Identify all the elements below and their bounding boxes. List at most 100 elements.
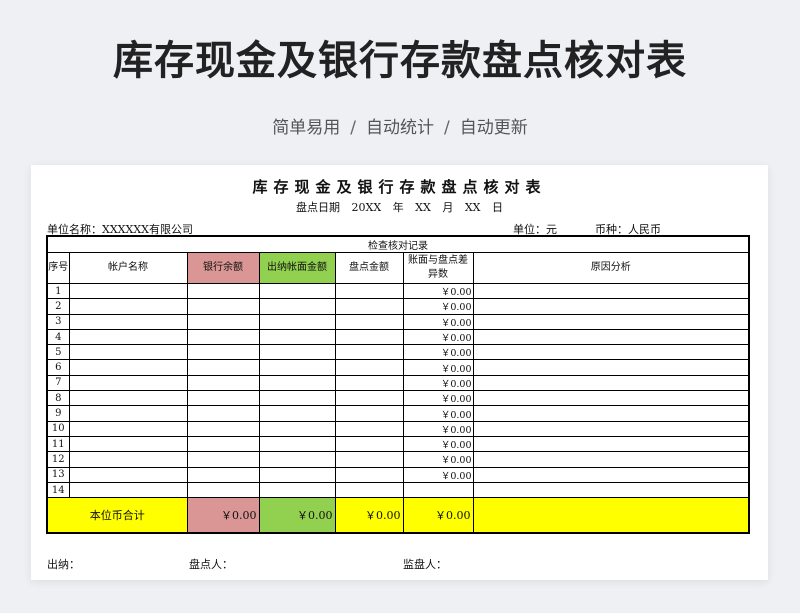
row-reason-cell[interactable] — [472, 466, 750, 483]
header-bank-balance: 银行余额 — [186, 252, 260, 284]
row-bank-balance-cell[interactable] — [186, 435, 260, 453]
row-bank-balance-cell[interactable] — [186, 481, 260, 499]
row-reason-cell[interactable] — [472, 405, 750, 422]
row-count-amount-cell[interactable] — [334, 435, 404, 453]
row-difference-cell[interactable]: ￥0.00 — [402, 435, 474, 453]
row-bank-balance-cell[interactable] — [186, 313, 260, 330]
row-count-amount-cell[interactable] — [334, 451, 404, 468]
row-reason-cell[interactable] — [472, 481, 750, 499]
row-ledger-amount-cell[interactable] — [258, 359, 336, 376]
row-account-cell[interactable] — [68, 374, 188, 392]
date-year[interactable]: 20XX — [351, 201, 381, 214]
row-count-amount-cell[interactable] — [334, 359, 404, 376]
row-ledger-amount-cell[interactable] — [258, 405, 336, 422]
row-reason-cell[interactable] — [472, 390, 750, 407]
row-count-amount-cell[interactable] — [334, 298, 404, 315]
row-difference-cell[interactable]: ￥0.00 — [402, 328, 474, 346]
row-reason-cell[interactable] — [472, 451, 750, 468]
row-difference-cell[interactable]: ￥0.00 — [402, 298, 474, 315]
row-account-cell[interactable] — [68, 466, 188, 483]
row-count-amount-cell[interactable] — [334, 466, 404, 483]
row-count-amount-cell[interactable] — [334, 344, 404, 361]
row-account-cell[interactable] — [68, 405, 188, 422]
row-count-amount-cell[interactable] — [334, 481, 404, 499]
row-reason-cell[interactable] — [472, 282, 750, 300]
row-account-cell[interactable] — [68, 282, 188, 300]
date-month[interactable]: XX — [415, 201, 431, 214]
row-ledger-amount-cell[interactable] — [258, 313, 336, 330]
row-bank-balance-cell[interactable] — [186, 466, 260, 483]
row-reason-cell[interactable] — [472, 344, 750, 361]
row-ledger-amount-cell[interactable] — [258, 466, 336, 483]
row-count-amount-cell[interactable] — [334, 328, 404, 346]
row-bank-balance-cell[interactable] — [186, 451, 260, 468]
row-difference-cell[interactable]: ￥0.00 — [402, 374, 474, 392]
row-account-cell[interactable] — [68, 298, 188, 315]
row-difference-cell[interactable]: ￥0.00 — [402, 359, 474, 376]
row-reason-cell[interactable] — [472, 435, 750, 453]
row-ledger-amount-cell[interactable] — [258, 435, 336, 453]
row-account-cell[interactable] — [68, 344, 188, 361]
row-bank-balance-cell[interactable] — [186, 344, 260, 361]
row-bank-balance-cell[interactable] — [186, 374, 260, 392]
row-no: 8 — [46, 390, 70, 407]
total-bank-balance[interactable]: ￥0.00 — [186, 497, 260, 534]
total-reason[interactable] — [472, 497, 750, 534]
row-difference-cell[interactable]: ￥0.00 — [402, 313, 474, 330]
total-count-amount[interactable]: ￥0.00 — [334, 497, 404, 534]
row-difference-cell[interactable] — [402, 481, 474, 499]
row-reason-cell[interactable] — [472, 359, 750, 376]
row-account-cell[interactable] — [68, 451, 188, 468]
row-ledger-amount-cell[interactable] — [258, 451, 336, 468]
table-row: 3 ￥0.00 — [46, 313, 750, 330]
row-account-cell[interactable] — [68, 359, 188, 376]
row-account-cell[interactable] — [68, 481, 188, 499]
row-bank-balance-cell[interactable] — [186, 420, 260, 437]
row-bank-balance-cell[interactable] — [186, 298, 260, 315]
row-account-cell[interactable] — [68, 313, 188, 330]
row-bank-balance-cell[interactable] — [186, 328, 260, 346]
row-bank-balance-cell[interactable] — [186, 390, 260, 407]
row-difference-cell[interactable]: ￥0.00 — [402, 420, 474, 437]
row-bank-balance-cell[interactable] — [186, 405, 260, 422]
row-account-cell[interactable] — [68, 420, 188, 437]
row-bank-balance-cell[interactable] — [186, 359, 260, 376]
row-ledger-amount-cell[interactable] — [258, 298, 336, 315]
row-ledger-amount-cell[interactable] — [258, 328, 336, 346]
row-count-amount-cell[interactable] — [334, 282, 404, 300]
row-reason-cell[interactable] — [472, 313, 750, 330]
row-difference-cell[interactable]: ￥0.00 — [402, 451, 474, 468]
header-reason: 原因分析 — [472, 252, 750, 284]
total-ledger-amount[interactable]: ￥0.00 — [258, 497, 336, 534]
row-reason-cell[interactable] — [472, 420, 750, 437]
date-day[interactable]: XX — [465, 201, 481, 214]
row-ledger-amount-cell[interactable] — [258, 390, 336, 407]
row-difference-cell[interactable]: ￥0.00 — [402, 390, 474, 407]
row-difference-cell[interactable]: ￥0.00 — [402, 282, 474, 300]
total-difference[interactable]: ￥0.00 — [402, 497, 474, 534]
table-row: 13 ￥0.00 — [46, 466, 750, 483]
row-reason-cell[interactable] — [472, 374, 750, 392]
row-difference-cell[interactable]: ￥0.00 — [402, 466, 474, 483]
row-difference-cell[interactable]: ￥0.00 — [402, 344, 474, 361]
row-ledger-amount-cell[interactable] — [258, 420, 336, 437]
row-account-cell[interactable] — [68, 328, 188, 346]
row-no: 13 — [46, 466, 70, 483]
row-ledger-amount-cell[interactable] — [258, 481, 336, 499]
row-ledger-amount-cell[interactable] — [258, 282, 336, 300]
row-reason-cell[interactable] — [472, 298, 750, 315]
spreadsheet-sheet: 库存现金及银行存款盘点核对表 盘点日期 20XX 年 XX 月 XX 日 单位名… — [31, 165, 768, 580]
row-count-amount-cell[interactable] — [334, 313, 404, 330]
table-row: 12 ￥0.00 — [46, 451, 750, 468]
row-count-amount-cell[interactable] — [334, 374, 404, 392]
row-account-cell[interactable] — [68, 435, 188, 453]
row-reason-cell[interactable] — [472, 328, 750, 346]
row-bank-balance-cell[interactable] — [186, 282, 260, 300]
row-count-amount-cell[interactable] — [334, 420, 404, 437]
row-account-cell[interactable] — [68, 390, 188, 407]
row-difference-cell[interactable]: ￥0.00 — [402, 405, 474, 422]
row-count-amount-cell[interactable] — [334, 390, 404, 407]
row-ledger-amount-cell[interactable] — [258, 374, 336, 392]
row-ledger-amount-cell[interactable] — [258, 344, 336, 361]
row-count-amount-cell[interactable] — [334, 405, 404, 422]
